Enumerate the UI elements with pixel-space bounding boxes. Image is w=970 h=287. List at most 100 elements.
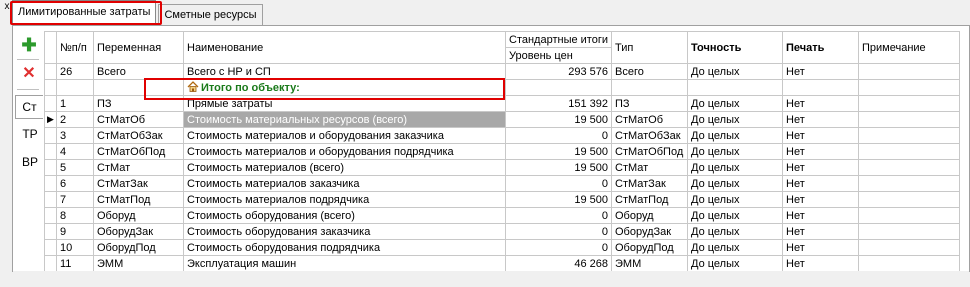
cell-type[interactable]: ЭММ	[611, 255, 688, 272]
cell-num[interactable]: 5	[56, 159, 94, 176]
cell-print[interactable]: Нет	[782, 223, 859, 240]
cell-print[interactable]: Нет	[782, 159, 859, 176]
table-row[interactable]: 10 ОборудПод Стоимость оборудования подряд…	[44, 239, 960, 256]
cell-print[interactable]: Нет	[782, 175, 859, 192]
col-header-note[interactable]: Примечание	[858, 31, 960, 64]
cell-num[interactable]: 3	[56, 127, 94, 144]
table-row[interactable]: 8 Оборуд Стоимость оборудования (всего) 0 Об…	[44, 207, 960, 224]
tab-limited-costs[interactable]: Лимитированные затраты	[12, 0, 157, 25]
cell-num[interactable]: 10	[56, 239, 94, 256]
cell-print[interactable]	[782, 79, 859, 96]
cell-note[interactable]	[858, 95, 960, 112]
cell-variable[interactable]: Оборуд	[93, 207, 184, 224]
delete-row-button[interactable]: ✕	[19, 63, 39, 83]
close-icon[interactable]: x	[2, 2, 12, 12]
cell-note[interactable]	[858, 127, 960, 144]
cell-name[interactable]: Стоимость материалов и оборудования подр…	[183, 143, 506, 160]
cell-print[interactable]: Нет	[782, 191, 859, 208]
cell-num[interactable]: 11	[56, 255, 94, 272]
add-row-button[interactable]: ✚	[19, 35, 39, 55]
tab-estimate-resources[interactable]: Сметные ресурсы	[158, 4, 263, 25]
side-tab-st[interactable]: Ст	[15, 95, 43, 119]
cell-note[interactable]	[858, 143, 960, 160]
cell-name[interactable]: Прямые затраты	[183, 95, 506, 112]
cell-type[interactable]: Всего	[611, 63, 688, 80]
cell-print[interactable]: Нет	[782, 63, 859, 80]
cell-name[interactable]: Стоимость оборудования заказчика	[183, 223, 506, 240]
cell-variable[interactable]: СтМатОбПод	[93, 143, 184, 160]
col-header-price-level[interactable]: Уровень цен	[505, 47, 612, 64]
horizontal-scrollbar[interactable]	[13, 271, 969, 286]
cell-name[interactable]: Стоимость оборудования подрядчика	[183, 239, 506, 256]
cell-note[interactable]	[858, 255, 960, 272]
cell-value[interactable]: 46 268	[505, 255, 612, 272]
cell-print[interactable]: Нет	[782, 111, 859, 128]
cell-precision[interactable]: До целых	[687, 63, 783, 80]
cell-variable[interactable]: СтМат	[93, 159, 184, 176]
cell-type[interactable]: СтМат	[611, 159, 688, 176]
cell-variable[interactable]: СтМатПод	[93, 191, 184, 208]
table-row[interactable]: 11 ЭММ Эксплуатация машин 46 268 ЭММ До целых…	[44, 255, 960, 272]
cell-type[interactable]: ОборудПод	[611, 239, 688, 256]
cell-note[interactable]	[858, 191, 960, 208]
cell-name[interactable]: Стоимость материалов подрядчика	[183, 191, 506, 208]
cell-variable[interactable]: ЭММ	[93, 255, 184, 272]
cell-note[interactable]	[858, 239, 960, 256]
cell-print[interactable]: Нет	[782, 255, 859, 272]
cell-num[interactable]: 9	[56, 223, 94, 240]
cell-precision[interactable]: До целых	[687, 223, 783, 240]
cell-num[interactable]: 2	[56, 111, 94, 128]
side-tab-vr[interactable]: ВР	[17, 151, 43, 173]
cell-precision[interactable]: До целых	[687, 207, 783, 224]
cell-note[interactable]	[858, 63, 960, 80]
cell-precision[interactable]: До целых	[687, 159, 783, 176]
cell-num[interactable]: 4	[56, 143, 94, 160]
cell-value[interactable]: 19 500	[505, 143, 612, 160]
col-header-type[interactable]: Тип	[611, 31, 688, 64]
cell-precision[interactable]: До целых	[687, 111, 783, 128]
cell-variable[interactable]: СтМатЗак	[93, 175, 184, 192]
col-header-print[interactable]: Печать	[782, 31, 859, 64]
cell-value[interactable]: 151 392	[505, 95, 612, 112]
cell-type[interactable]: СтМатОб	[611, 111, 688, 128]
cell-type[interactable]: ПЗ	[611, 95, 688, 112]
cell-variable[interactable]: ОборудПод	[93, 239, 184, 256]
col-header-num[interactable]: №п/п	[56, 31, 94, 64]
cell-type[interactable]: СтМатПод	[611, 191, 688, 208]
table-row[interactable]: 3 СтМатОбЗак Стоимость материалов и оборуд…	[44, 127, 960, 144]
cell-variable[interactable]	[93, 79, 184, 96]
cell-precision[interactable]: До целых	[687, 255, 783, 272]
cell-num[interactable]: 26	[56, 63, 94, 80]
table-row[interactable]: 4 СтМатОбПод Стоимость материалов и оборуд…	[44, 143, 960, 160]
cell-name[interactable]: Эксплуатация машин	[183, 255, 506, 272]
cell-name[interactable]: Стоимость материалов и оборудования зака…	[183, 127, 506, 144]
cell-print[interactable]: Нет	[782, 95, 859, 112]
cell-precision[interactable]: До целых	[687, 143, 783, 160]
table-row[interactable]: ▶ 2 СтМатОб Стоимость материальных ресурсов…	[44, 111, 960, 128]
cell-name[interactable]: Стоимость материалов (всего)	[183, 159, 506, 176]
cell-num[interactable]: 7	[56, 191, 94, 208]
table-row[interactable]: 7 СтМатПод Стоимость материалов подрядчика…	[44, 191, 960, 208]
col-header-precision[interactable]: Точность	[687, 31, 783, 64]
cell-group-title[interactable]: Итого по объекту:	[183, 79, 506, 96]
cell-value[interactable]: 0	[505, 223, 612, 240]
cell-print[interactable]: Нет	[782, 239, 859, 256]
table-row[interactable]: 1 ПЗ Прямые затраты 151 392 ПЗ До целых Нет	[44, 95, 960, 112]
cell-note[interactable]	[858, 111, 960, 128]
table-row[interactable]: 6 СтМатЗак Стоимость материалов заказчика 0…	[44, 175, 960, 192]
cell-num[interactable]: 6	[56, 175, 94, 192]
cell-note[interactable]	[858, 79, 960, 96]
cell-type[interactable]: СтМатОбПод	[611, 143, 688, 160]
cell-value[interactable]: 0	[505, 207, 612, 224]
cell-variable[interactable]: ОборудЗак	[93, 223, 184, 240]
cell-variable[interactable]: Всего	[93, 63, 184, 80]
cell-note[interactable]	[858, 175, 960, 192]
cell-num[interactable]: 8	[56, 207, 94, 224]
cell-type[interactable]	[611, 79, 688, 96]
cell-name[interactable]: Стоимость материалов заказчика	[183, 175, 506, 192]
cell-name[interactable]: Всего с НР и СП	[183, 63, 506, 80]
table-row[interactable]: 5 СтМат Стоимость материалов (всего) 19 500…	[44, 159, 960, 176]
cell-value[interactable]: 19 500	[505, 191, 612, 208]
col-header-variable[interactable]: Переменная	[93, 31, 184, 64]
cell-precision[interactable]	[687, 79, 783, 96]
